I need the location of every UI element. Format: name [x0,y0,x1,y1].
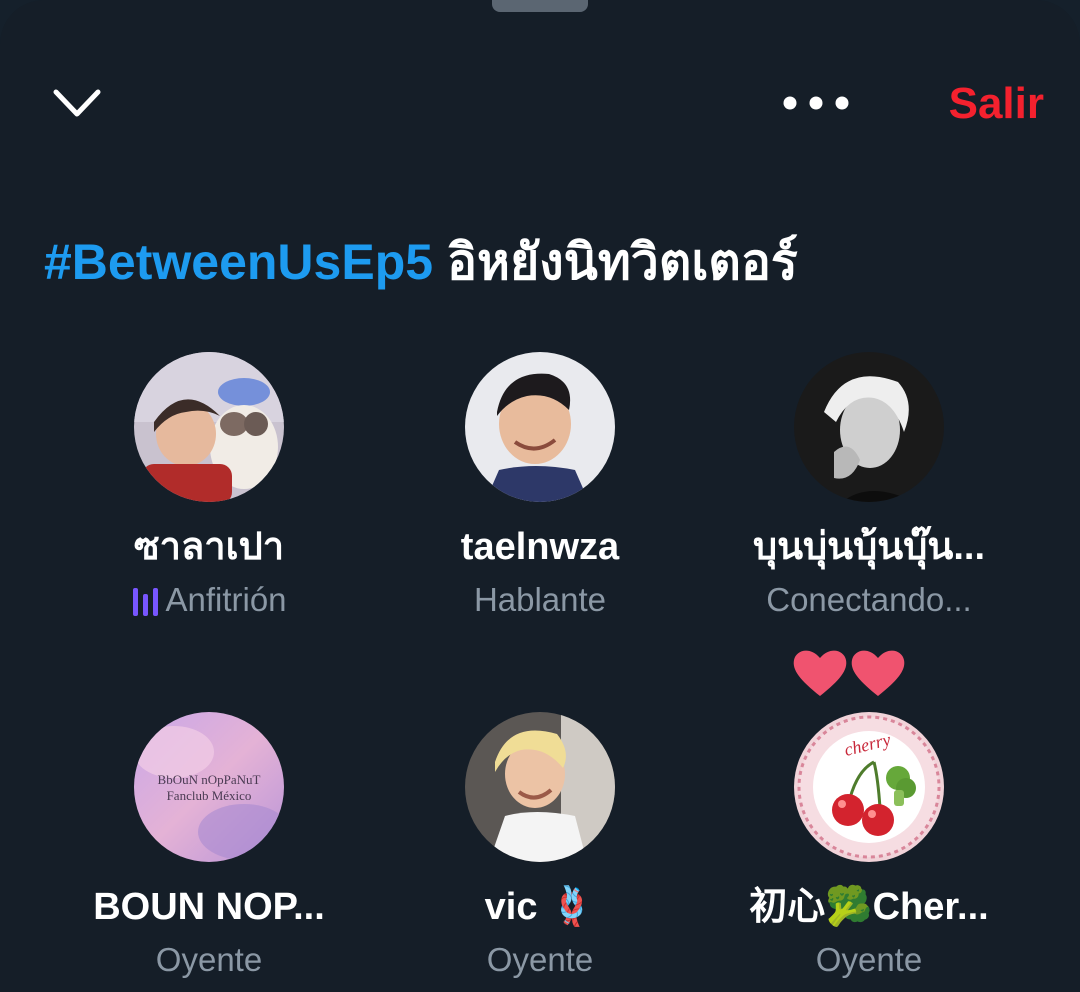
participant-name: BOUN NOP... [93,886,325,928]
participant-card[interactable]: BbOuN nOpPaNuT Fanclub México BOUN NOP..… [44,712,374,982]
participant-role: Anfitrión [44,578,374,622]
participant-role: Oyente [155,941,263,978]
participant-role: Hablante [473,581,607,618]
participant-card[interactable]: taelnwza Hablante [375,352,705,622]
avatar-caption: Fanclub México [167,788,252,803]
participant-card[interactable]: vic 🪢 Oyente [375,712,705,982]
participant-role: Oyente [815,941,923,978]
participant-role: Conectando... [766,581,972,618]
participant-card[interactable]: ซาลาเปา Anfitrión [44,352,374,622]
participant-name: vic 🪢 [484,886,596,928]
two-hearts-icon [793,650,905,696]
avatar [134,352,284,502]
space-sheet: Salir #BetweenUsEp5 อิหยังนิทวิตเตอร์ ซา… [0,0,1080,992]
avatar [465,712,615,862]
avatar: BbOuN nOpPaNuT Fanclub México [134,712,284,862]
participant-card[interactable]: บุนบุ่นบุ้นบุ๊น... Conectando... [704,352,1034,622]
participant-name: ซาลาเปา [133,526,285,568]
avatar [794,352,944,502]
participants-grid: ซาลาเปา Anfitrión taelnwza Hablante บุนบ… [0,0,1080,992]
avatar [465,352,615,502]
participant-role: Oyente [486,941,594,978]
participant-role-label: Anfitrión [165,581,287,618]
participant-name: taelnwza [460,526,620,568]
participant-name: บุนบุ่นบุ้นบุ๊น... [752,526,986,568]
speaking-bars-icon [133,588,159,617]
avatar: cherry [794,712,944,862]
avatar-caption: BbOuN nOpPaNuT [158,772,261,787]
participant-name: 初心🥦Cher... [749,886,989,928]
participant-card[interactable]: cherry 初心🥦Cher... Oyente [704,712,1034,982]
